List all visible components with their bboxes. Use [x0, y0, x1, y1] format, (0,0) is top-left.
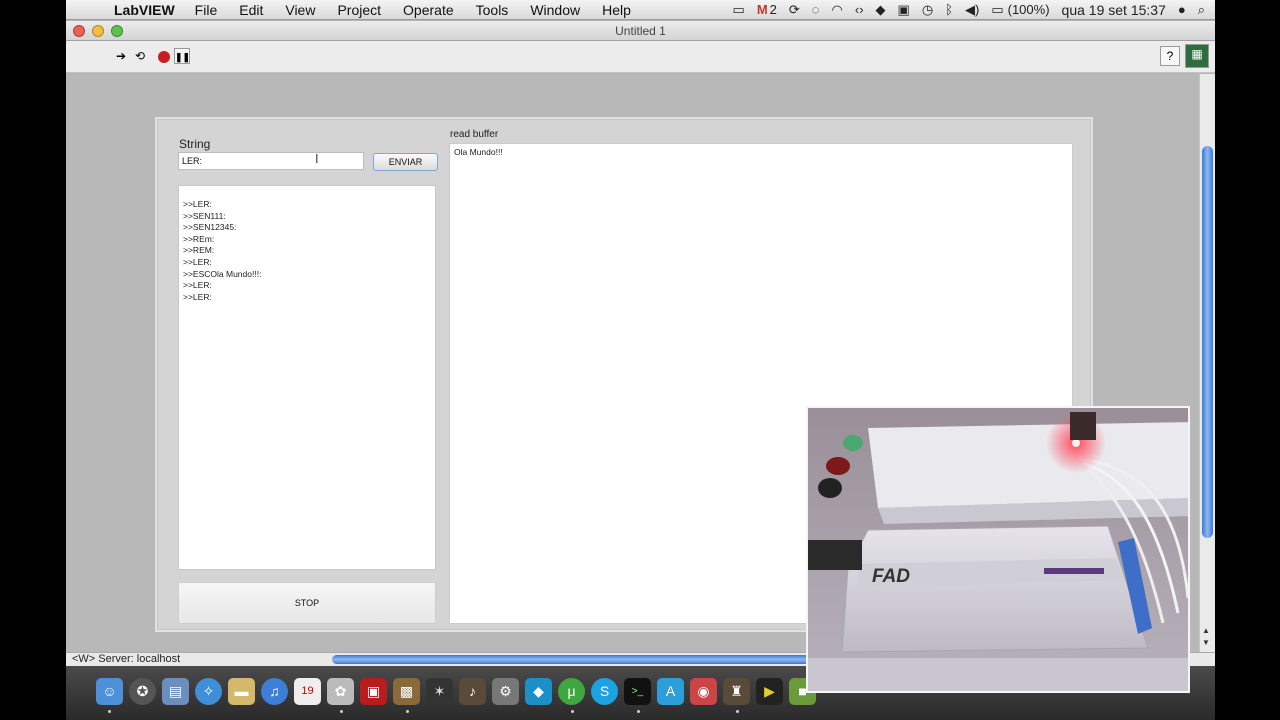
server-status: <W> Server: localhost	[72, 653, 181, 665]
webcam-scene: FAD	[808, 408, 1188, 691]
menu-window[interactable]: Window	[530, 2, 580, 18]
abort-icon[interactable]	[156, 48, 172, 64]
mail-count: 2	[769, 2, 777, 17]
image-capture-icon[interactable]: ◉	[690, 678, 717, 705]
finder-icon[interactable]: ☺	[96, 678, 123, 705]
window-title-bar: Untitled 1	[66, 21, 1215, 41]
log-line: >>ESCOla Mundo!!!:	[183, 268, 262, 279]
string-label: String	[179, 137, 211, 151]
log-line: >>LER:	[183, 256, 212, 267]
running-indicator	[637, 710, 640, 713]
calendar-icon[interactable]: 19	[294, 678, 321, 705]
stop-button[interactable]: STOP	[178, 582, 436, 624]
sync-icon[interactable]: ⟳	[789, 0, 800, 20]
toolbar: ➔ ⟲ ❚❚ ? ▦	[66, 41, 1215, 73]
time-machine-icon[interactable]: ◷	[922, 0, 933, 20]
string-input[interactable]: LER:	[178, 152, 364, 170]
user-icon[interactable]: ●	[1178, 0, 1186, 20]
window-title: Untitled 1	[615, 24, 666, 38]
menu-edit[interactable]: Edit	[239, 2, 263, 18]
enviar-button[interactable]: ENVIAR	[373, 153, 438, 171]
clock[interactable]: qua 19 set 15:37	[1062, 0, 1166, 20]
utorrent-icon[interactable]: μ	[558, 678, 585, 705]
skype-icon[interactable]: S	[591, 678, 618, 705]
vertical-scroll-thumb[interactable]	[1202, 146, 1213, 538]
camera-icon[interactable]: ▭	[733, 0, 745, 20]
launchpad-icon[interactable]: ✪	[129, 678, 156, 705]
log-line: >>LER:	[183, 280, 212, 291]
webcam-overlay: FAD	[806, 406, 1190, 693]
appstore-icon[interactable]: A	[657, 678, 684, 705]
log-line: >>SEN111:	[183, 210, 226, 221]
context-help-icon[interactable]: ?	[1160, 46, 1180, 66]
battery-percent: (100%)	[1007, 2, 1050, 17]
running-indicator	[406, 710, 409, 713]
battery-icon[interactable]: ▭	[991, 0, 1003, 20]
iphoto-icon[interactable]: ▩	[393, 678, 420, 705]
log-indicator[interactable]: >>LER: >>SEN111: >>SEN12345: >>REm: >>RE…	[178, 185, 436, 570]
minecraft-icon[interactable]: ♜	[723, 678, 750, 705]
device-label: FAD	[872, 566, 910, 587]
chat-icon[interactable]: ◌	[812, 0, 820, 20]
menu-bar: LabVIEW File Edit View Project Operate T…	[66, 0, 1215, 20]
dropbox-icon[interactable]: ◆	[876, 0, 886, 20]
wifi-icon[interactable]: ◠	[832, 0, 843, 20]
text-cursor-icon: I	[315, 151, 319, 166]
notes-icon[interactable]: ▬	[228, 678, 255, 705]
system-prefs-icon[interactable]: ⚙	[492, 678, 519, 705]
preview-icon[interactable]: ▤	[162, 678, 189, 705]
log-line: >>LER:	[183, 291, 212, 302]
run-arrow-icon[interactable]: ➔	[113, 48, 129, 64]
labview-star-icon[interactable]: ✶	[426, 678, 453, 705]
menu-extras: ▭ M 2 ⟳ ◌ ◠ ‹› ◆ ▣ ◷ ᛒ ◀) ▭ (100%) qua 1…	[733, 0, 1205, 20]
menu-view[interactable]: View	[285, 2, 315, 18]
log-line: >>LER:	[183, 199, 212, 209]
terminal-icon[interactable]: >_	[624, 678, 651, 705]
log-line: >>SEN12345:	[183, 222, 237, 233]
read-buffer-label: read buffer	[450, 129, 499, 140]
volume-icon[interactable]: ◀)	[965, 0, 979, 20]
menu-project[interactable]: Project	[337, 2, 381, 18]
menu-operate[interactable]: Operate	[403, 2, 454, 18]
dashboard-icon[interactable]: ◆	[525, 678, 552, 705]
horizontal-scroll-thumb[interactable]	[332, 655, 812, 664]
log-line: >>REM:	[183, 245, 215, 256]
scroll-down-arrow-icon[interactable]: ▼	[1202, 638, 1210, 647]
video-player-icon[interactable]: ▶	[756, 678, 783, 705]
photobooth-icon[interactable]: ▣	[360, 678, 387, 705]
running-indicator	[736, 710, 739, 713]
running-indicator	[340, 710, 343, 713]
display-icon[interactable]: ▣	[898, 0, 910, 20]
gmail-icon[interactable]: M	[757, 0, 768, 20]
menu-file[interactable]: File	[195, 2, 218, 18]
scroll-up-arrow-icon[interactable]: ▲	[1202, 626, 1210, 635]
guitar-icon[interactable]: ♪	[459, 678, 486, 705]
menu-help[interactable]: Help	[602, 2, 631, 18]
code-icon[interactable]: ‹›	[855, 0, 864, 20]
photos-icon[interactable]: ✿	[327, 678, 354, 705]
pause-icon[interactable]: ❚❚	[174, 48, 190, 64]
bluetooth-icon[interactable]: ᛒ	[945, 0, 953, 20]
vertical-scrollbar[interactable]: ▲ ▼	[1199, 74, 1215, 652]
spotlight-icon[interactable]: ⌕	[1198, 0, 1205, 20]
running-indicator	[571, 710, 574, 713]
vi-icon[interactable]: ▦	[1185, 44, 1209, 68]
apple-icon[interactable]	[80, 0, 100, 20]
menu-tools[interactable]: Tools	[476, 2, 509, 18]
safari-icon[interactable]: ✧	[195, 678, 222, 705]
app-menu[interactable]: LabVIEW	[114, 2, 175, 18]
itunes-icon[interactable]: ♫	[261, 678, 288, 705]
running-indicator	[108, 710, 111, 713]
run-continuously-icon[interactable]: ⟲	[132, 48, 148, 64]
log-line: >>REm:	[183, 233, 215, 244]
